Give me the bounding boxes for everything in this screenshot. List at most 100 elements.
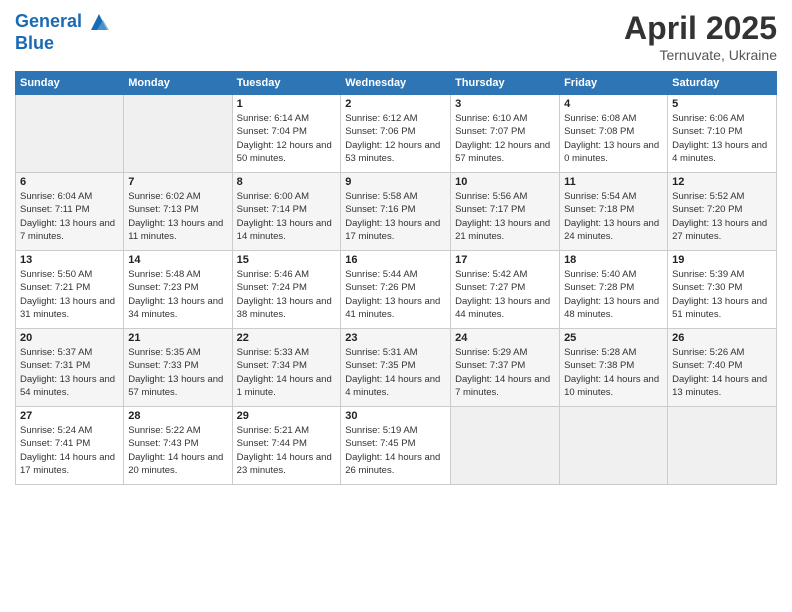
day-number: 21 [128,332,227,344]
day-number: 7 [128,176,227,188]
logo-blue-text: Blue [15,34,109,54]
day-number: 8 [237,176,337,188]
calendar-cell [668,407,777,485]
calendar-week-5: 27 Sunrise: 5:24 AM Sunset: 7:41 PM Dayli… [16,407,777,485]
day-detail: Sunrise: 5:29 AM Sunset: 7:37 PM Dayligh… [455,346,555,399]
day-number: 26 [672,332,772,344]
day-detail: Sunrise: 6:14 AM Sunset: 7:04 PM Dayligh… [237,112,337,165]
day-number: 6 [20,176,119,188]
calendar-cell: 20 Sunrise: 5:37 AM Sunset: 7:31 PM Dayli… [16,329,124,407]
day-detail: Sunrise: 5:19 AM Sunset: 7:45 PM Dayligh… [345,424,446,477]
page: General Blue April 2025 Ternuvate, Ukrai… [0,0,792,612]
day-number: 15 [237,254,337,266]
calendar-cell: 24Sunrise: 5:29 AM Sunset: 7:37 PM Dayli… [451,329,560,407]
calendar-week-1: 1 Sunrise: 6:14 AM Sunset: 7:04 PM Daylig… [16,95,777,173]
col-header-wednesday: Wednesday [341,72,451,95]
calendar-cell: 23Sunrise: 5:31 AM Sunset: 7:35 PM Dayli… [341,329,451,407]
day-detail: Sunrise: 5:46 AM Sunset: 7:24 PM Dayligh… [237,268,337,321]
day-number: 2 [345,98,446,110]
day-number: 18 [564,254,663,266]
day-detail: Sunrise: 6:12 AM Sunset: 7:06 PM Dayligh… [345,112,446,165]
day-detail: Sunrise: 5:52 AM Sunset: 7:20 PM Dayligh… [672,190,772,243]
calendar-header-row: SundayMondayTuesdayWednesdayThursdayFrid… [16,72,777,95]
col-header-tuesday: Tuesday [232,72,341,95]
day-detail: Sunrise: 5:31 AM Sunset: 7:35 PM Dayligh… [345,346,446,399]
day-detail: Sunrise: 6:06 AM Sunset: 7:10 PM Dayligh… [672,112,772,165]
day-detail: Sunrise: 5:26 AM Sunset: 7:40 PM Dayligh… [672,346,772,399]
calendar-cell: 7 Sunrise: 6:02 AM Sunset: 7:13 PM Daylig… [124,173,232,251]
day-detail: Sunrise: 5:33 AM Sunset: 7:34 PM Dayligh… [237,346,337,399]
day-detail: Sunrise: 5:54 AM Sunset: 7:18 PM Dayligh… [564,190,663,243]
day-number: 20 [20,332,119,344]
day-number: 4 [564,98,663,110]
day-number: 30 [345,410,446,422]
day-detail: Sunrise: 5:24 AM Sunset: 7:41 PM Dayligh… [20,424,119,477]
day-number: 19 [672,254,772,266]
day-detail: Sunrise: 6:10 AM Sunset: 7:07 PM Dayligh… [455,112,555,165]
calendar-cell: 27 Sunrise: 5:24 AM Sunset: 7:41 PM Dayli… [16,407,124,485]
header: General Blue April 2025 Ternuvate, Ukrai… [15,10,777,63]
col-header-monday: Monday [124,72,232,95]
day-number: 11 [564,176,663,188]
day-number: 1 [237,98,337,110]
calendar-cell: 22 Sunrise: 5:33 AM Sunset: 7:34 PM Dayli… [232,329,341,407]
day-detail: Sunrise: 5:56 AM Sunset: 7:17 PM Dayligh… [455,190,555,243]
calendar-cell: 28Sunrise: 5:22 AM Sunset: 7:43 PM Dayli… [124,407,232,485]
calendar-cell [124,95,232,173]
day-detail: Sunrise: 5:28 AM Sunset: 7:38 PM Dayligh… [564,346,663,399]
day-detail: Sunrise: 5:42 AM Sunset: 7:27 PM Dayligh… [455,268,555,321]
calendar-cell [16,95,124,173]
day-detail: Sunrise: 6:08 AM Sunset: 7:08 PM Dayligh… [564,112,663,165]
title-block: April 2025 Ternuvate, Ukraine [624,10,777,63]
calendar-week-2: 6Sunrise: 6:04 AM Sunset: 7:11 PM Daylig… [16,173,777,251]
day-number: 28 [128,410,227,422]
day-number: 5 [672,98,772,110]
calendar-cell: 19 Sunrise: 5:39 AM Sunset: 7:30 PM Dayli… [668,251,777,329]
calendar-cell: 6Sunrise: 6:04 AM Sunset: 7:11 PM Daylig… [16,173,124,251]
calendar-cell: 2 Sunrise: 6:12 AM Sunset: 7:06 PM Daylig… [341,95,451,173]
day-detail: Sunrise: 6:02 AM Sunset: 7:13 PM Dayligh… [128,190,227,243]
calendar-cell: 17 Sunrise: 5:42 AM Sunset: 7:27 PM Dayli… [451,251,560,329]
day-number: 3 [455,98,555,110]
day-number: 25 [564,332,663,344]
calendar-cell: 8 Sunrise: 6:00 AM Sunset: 7:14 PM Daylig… [232,173,341,251]
day-number: 10 [455,176,555,188]
day-detail: Sunrise: 5:44 AM Sunset: 7:26 PM Dayligh… [345,268,446,321]
day-number: 17 [455,254,555,266]
day-detail: Sunrise: 5:37 AM Sunset: 7:31 PM Dayligh… [20,346,119,399]
day-number: 16 [345,254,446,266]
title-month: April 2025 [624,10,777,47]
col-header-friday: Friday [560,72,668,95]
day-number: 29 [237,410,337,422]
calendar-cell: 16 Sunrise: 5:44 AM Sunset: 7:26 PM Dayli… [341,251,451,329]
calendar-cell: 30 Sunrise: 5:19 AM Sunset: 7:45 PM Dayli… [341,407,451,485]
day-number: 27 [20,410,119,422]
logo-text: General [15,10,109,34]
calendar-cell: 4 Sunrise: 6:08 AM Sunset: 7:08 PM Daylig… [560,95,668,173]
day-number: 9 [345,176,446,188]
day-number: 22 [237,332,337,344]
calendar-cell [451,407,560,485]
calendar-cell: 25 Sunrise: 5:28 AM Sunset: 7:38 PM Dayli… [560,329,668,407]
calendar-cell: 15 Sunrise: 5:46 AM Sunset: 7:24 PM Dayli… [232,251,341,329]
calendar-cell: 12Sunrise: 5:52 AM Sunset: 7:20 PM Dayli… [668,173,777,251]
calendar-cell [560,407,668,485]
day-number: 14 [128,254,227,266]
calendar-cell: 5 Sunrise: 6:06 AM Sunset: 7:10 PM Daylig… [668,95,777,173]
col-header-sunday: Sunday [16,72,124,95]
day-detail: Sunrise: 5:40 AM Sunset: 7:28 PM Dayligh… [564,268,663,321]
calendar-cell: 3 Sunrise: 6:10 AM Sunset: 7:07 PM Daylig… [451,95,560,173]
calendar-cell: 11 Sunrise: 5:54 AM Sunset: 7:18 PM Dayli… [560,173,668,251]
title-location: Ternuvate, Ukraine [624,47,777,63]
calendar-cell: 1 Sunrise: 6:14 AM Sunset: 7:04 PM Daylig… [232,95,341,173]
day-detail: Sunrise: 5:21 AM Sunset: 7:44 PM Dayligh… [237,424,337,477]
day-detail: Sunrise: 5:58 AM Sunset: 7:16 PM Dayligh… [345,190,446,243]
col-header-saturday: Saturday [668,72,777,95]
day-detail: Sunrise: 6:00 AM Sunset: 7:14 PM Dayligh… [237,190,337,243]
day-detail: Sunrise: 5:39 AM Sunset: 7:30 PM Dayligh… [672,268,772,321]
day-detail: Sunrise: 5:35 AM Sunset: 7:33 PM Dayligh… [128,346,227,399]
calendar-cell: 18 Sunrise: 5:40 AM Sunset: 7:28 PM Dayli… [560,251,668,329]
calendar-cell: 21 Sunrise: 5:35 AM Sunset: 7:33 PM Dayli… [124,329,232,407]
day-detail: Sunrise: 5:48 AM Sunset: 7:23 PM Dayligh… [128,268,227,321]
day-detail: Sunrise: 5:50 AM Sunset: 7:21 PM Dayligh… [20,268,119,321]
